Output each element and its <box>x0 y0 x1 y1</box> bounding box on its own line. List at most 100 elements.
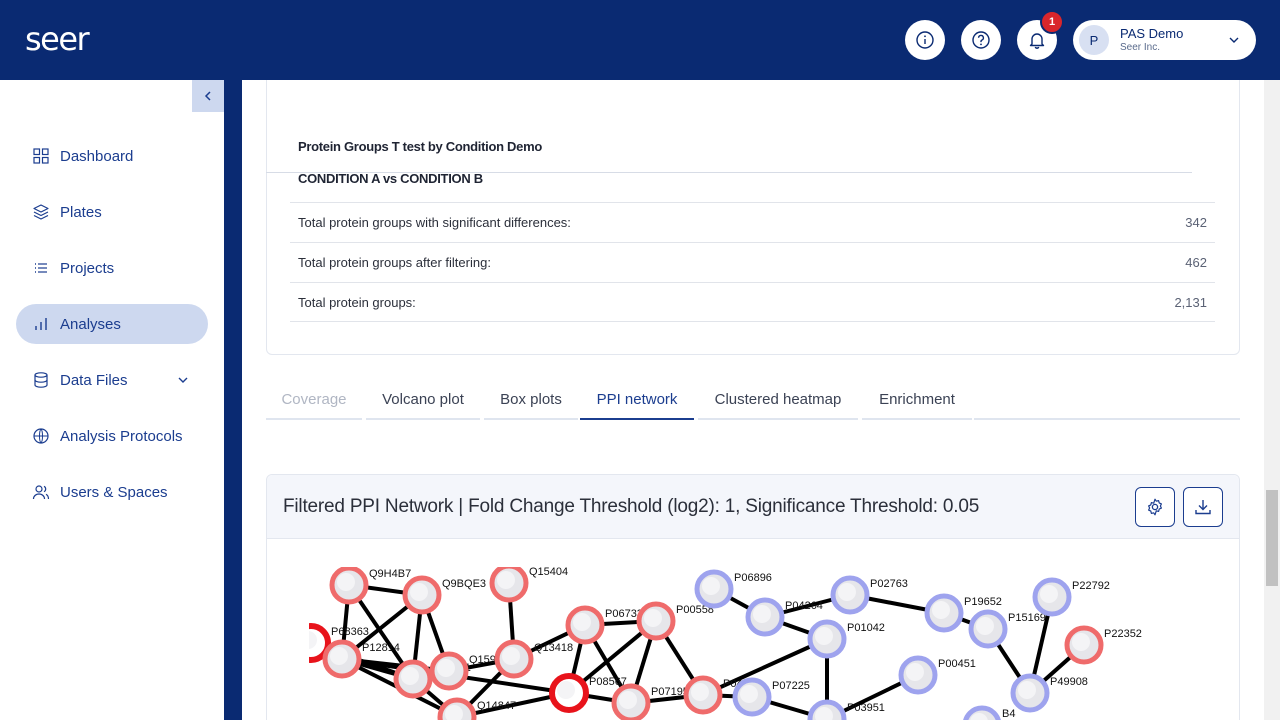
sidebar-item-label: Analyses <box>60 315 121 333</box>
user-org: Seer Inc. <box>1120 42 1161 53</box>
node-label: P19652 <box>964 596 1002 608</box>
network-node[interactable]: P07195 <box>611 683 689 720</box>
download-button[interactable] <box>1183 487 1223 527</box>
scrollbar-thumb[interactable] <box>1266 490 1278 586</box>
node-label: Q9H4B7 <box>369 568 411 580</box>
network-node[interactable]: Q9BQE3 <box>402 575 486 615</box>
top-bar: seer 1 P PAS Demo Seer Inc. <box>0 0 1280 80</box>
node-label: P22352 <box>1104 628 1142 640</box>
sidebar-item-data-files[interactable]: Data Files <box>16 360 208 400</box>
node-highlight <box>573 613 591 631</box>
network-node[interactable]: P00451 <box>898 655 976 695</box>
network-node[interactable]: Q159 <box>429 651 496 691</box>
node-highlight <box>815 627 833 645</box>
info-button[interactable] <box>905 20 945 60</box>
ppi-card-header: Filtered PPI Network | Fold Change Thres… <box>267 475 1239 539</box>
main-content: Protein Groups T test by Condition Demo … <box>242 80 1264 720</box>
network-node[interactable]: P00558 <box>636 601 714 641</box>
sidebar-item-dashboard[interactable]: Dashboard <box>16 136 208 176</box>
bell-icon <box>1029 33 1045 49</box>
sidebar-item-users-spaces[interactable]: Users & Spaces <box>16 472 208 512</box>
node-highlight <box>619 691 637 709</box>
node-label: P02763 <box>870 578 908 590</box>
sidebar-collapse-button[interactable] <box>192 80 224 112</box>
tab-enrichment[interactable]: Enrichment <box>862 380 972 420</box>
network-node[interactable]: Q9H4B7 <box>329 567 411 605</box>
sidebar-item-label: Users & Spaces <box>60 483 168 501</box>
user-name: PAS Demo <box>1120 26 1184 41</box>
node-highlight <box>437 659 455 677</box>
tabs-divider <box>974 418 1240 420</box>
network-node[interactable]: P02763 <box>830 575 908 615</box>
node-label: P07195 <box>651 686 689 698</box>
node-highlight <box>557 681 575 699</box>
network-node[interactable]: Q15404 <box>489 567 568 603</box>
node-label: P00451 <box>938 658 976 670</box>
analysis-tabs: Coverage Volcano plot Box plots PPI netw… <box>266 380 1240 420</box>
tab-volcano-plot[interactable]: Volcano plot <box>366 380 480 420</box>
node-label: Q14847 <box>477 700 516 712</box>
grid-icon <box>32 147 50 165</box>
node-label: P06896 <box>734 572 772 584</box>
tab-box-plots[interactable]: Box plots <box>484 380 578 420</box>
sidebar-item-projects[interactable]: Projects <box>16 248 208 288</box>
node-label: Q15404 <box>529 567 568 578</box>
tab-coverage[interactable]: Coverage <box>266 380 362 420</box>
analysis-title: Protein Groups T test by Condition Demo <box>298 139 542 154</box>
node-highlight <box>1072 633 1090 651</box>
node-highlight <box>906 663 924 681</box>
help-button[interactable] <box>961 20 1001 60</box>
list-icon <box>32 259 50 277</box>
stat-value: 462 <box>1185 255 1207 270</box>
node-highlight <box>1040 585 1058 603</box>
user-menu[interactable]: P PAS Demo Seer Inc. <box>1073 20 1256 60</box>
ppi-title: Filtered PPI Network | Fold Change Thres… <box>283 496 980 517</box>
node-label: P01042 <box>847 622 885 634</box>
node-label: P49908 <box>1050 676 1088 688</box>
sidebar-item-label: Projects <box>60 259 115 277</box>
seer-logo[interactable]: seer <box>25 20 90 58</box>
network-node[interactable]: Q14847 <box>437 697 516 720</box>
node-highlight <box>401 667 419 685</box>
chevron-left-icon <box>204 91 211 101</box>
node-highlight <box>932 601 950 619</box>
sidebar-item-label: Data Files <box>60 371 128 389</box>
node-label: P03951 <box>847 702 885 714</box>
network-node[interactable]: P22352 <box>1064 625 1142 665</box>
node-highlight <box>644 609 662 627</box>
network-node[interactable]: P49908 <box>1010 673 1088 713</box>
ppi-network-graph[interactable]: Q9H4B7 Q9BQE3 Q15404 P68363 P06733 P00558 P128… <box>309 567 1189 720</box>
network-node[interactable]: Q13418 <box>494 639 573 679</box>
sidebar-item-analysis-protocols[interactable]: Analysis Protocols <box>16 416 208 456</box>
chevron-down-icon <box>178 377 188 383</box>
sidebar-item-plates[interactable]: Plates <box>16 192 208 232</box>
globe-icon <box>32 427 50 445</box>
network-node[interactable]: P22792 <box>1032 577 1110 617</box>
network-node[interactable]: P01042 <box>807 619 885 659</box>
node-highlight <box>976 617 994 635</box>
tab-clustered-heatmap[interactable]: Clustered heatmap <box>698 380 858 420</box>
chevron-down-icon <box>1229 37 1239 43</box>
network-node[interactable]: P03951 <box>807 699 885 720</box>
network-node[interactable]: B4 <box>963 705 1015 720</box>
node-highlight <box>497 571 515 589</box>
settings-button[interactable] <box>1135 487 1175 527</box>
tab-ppi-network[interactable]: PPI network <box>580 380 694 420</box>
node-highlight <box>502 647 520 665</box>
content-gutter <box>224 80 242 720</box>
node-highlight <box>740 685 758 703</box>
stat-label: Total protein groups with significant di… <box>298 215 571 230</box>
network-node[interactable]: P15169 <box>968 609 1046 649</box>
sidebar-item-analyses[interactable]: Analyses <box>16 304 208 344</box>
scrollbar[interactable] <box>1264 80 1280 720</box>
node-label: Q159 <box>469 654 496 666</box>
node-highlight <box>702 577 720 595</box>
sidebar <box>0 80 224 720</box>
database-icon <box>32 371 50 389</box>
node-label: Q13418 <box>534 642 573 654</box>
ppi-network-card: Filtered PPI Network | Fold Change Thres… <box>266 474 1240 720</box>
info-icon <box>916 31 934 49</box>
node-label: P12814 <box>362 642 400 654</box>
node-highlight <box>330 647 348 665</box>
ppi-network-svg[interactable]: Q9H4B7Q9BQE3Q15404P68363P06733 P00558P128… <box>309 567 1189 720</box>
